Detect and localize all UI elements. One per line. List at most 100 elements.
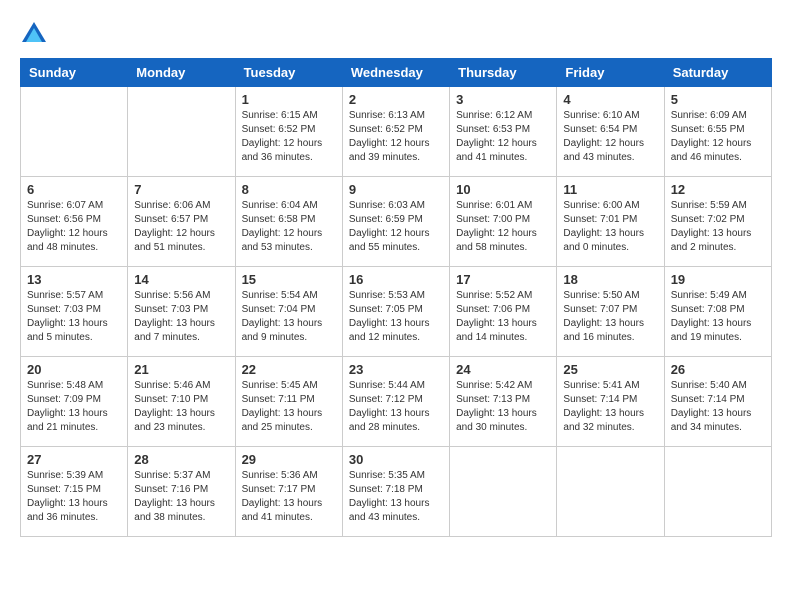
- day-info: Sunrise: 6:01 AMSunset: 7:00 PMDaylight:…: [456, 199, 550, 255]
- calendar-header-tuesday: Tuesday: [235, 59, 342, 87]
- day-number: 12: [671, 182, 765, 197]
- day-number: 15: [242, 272, 336, 287]
- calendar-cell: 7Sunrise: 6:06 AMSunset: 6:57 PMDaylight…: [128, 177, 235, 267]
- calendar-cell: 29Sunrise: 5:36 AMSunset: 7:17 PMDayligh…: [235, 447, 342, 537]
- calendar-cell: 16Sunrise: 5:53 AMSunset: 7:05 PMDayligh…: [342, 267, 449, 357]
- calendar-week-1: 1 Sunrise: 6:15 AMSunset: 6:52 PMDaylight…: [21, 87, 772, 177]
- day-number: 30: [349, 452, 443, 467]
- calendar-cell: 17Sunrise: 5:52 AMSunset: 7:06 PMDayligh…: [450, 267, 557, 357]
- calendar-cell: 3 Sunrise: 6:12 AMSunset: 6:53 PMDaylight…: [450, 87, 557, 177]
- day-info: Sunrise: 5:46 AMSunset: 7:10 PMDaylight:…: [134, 379, 228, 435]
- calendar-header-thursday: Thursday: [450, 59, 557, 87]
- day-info: Sunrise: 5:40 AMSunset: 7:14 PMDaylight:…: [671, 379, 765, 435]
- day-info: Sunrise: 6:00 AMSunset: 7:01 PMDaylight:…: [563, 199, 657, 255]
- calendar-cell: 23 Sunrise: 5:44 AMSunset: 7:12 PMDayligh…: [342, 357, 449, 447]
- day-number: 25: [563, 362, 657, 377]
- day-number: 3: [456, 92, 550, 107]
- day-info: Sunrise: 5:41 AMSunset: 7:14 PMDaylight:…: [563, 379, 657, 435]
- day-number: 13: [27, 272, 121, 287]
- day-number: 18: [563, 272, 657, 287]
- day-info: Sunrise: 5:54 AMSunset: 7:04 PMDaylight:…: [242, 289, 336, 345]
- calendar-cell: 13 Sunrise: 5:57 AMSunset: 7:03 PMDayligh…: [21, 267, 128, 357]
- day-number: 24: [456, 362, 550, 377]
- calendar-cell: 30 Sunrise: 5:35 AMSunset: 7:18 PMDayligh…: [342, 447, 449, 537]
- calendar-cell: [664, 447, 771, 537]
- day-number: 1: [242, 92, 336, 107]
- calendar-cell: 25 Sunrise: 5:41 AMSunset: 7:14 PMDayligh…: [557, 357, 664, 447]
- day-number: 14: [134, 272, 228, 287]
- day-info: Sunrise: 5:35 AMSunset: 7:18 PMDaylight:…: [349, 469, 443, 525]
- calendar-cell: 19 Sunrise: 5:49 AMSunset: 7:08 PMDayligh…: [664, 267, 771, 357]
- day-number: 26: [671, 362, 765, 377]
- calendar-cell: 18 Sunrise: 5:50 AMSunset: 7:07 PMDayligh…: [557, 267, 664, 357]
- day-info: Sunrise: 5:49 AMSunset: 7:08 PMDaylight:…: [671, 289, 765, 345]
- calendar-cell: 8 Sunrise: 6:04 AMSunset: 6:58 PMDaylight…: [235, 177, 342, 267]
- calendar-cell: 11 Sunrise: 6:00 AMSunset: 7:01 PMDayligh…: [557, 177, 664, 267]
- day-number: 10: [456, 182, 550, 197]
- calendar-cell: 27 Sunrise: 5:39 AMSunset: 7:15 PMDayligh…: [21, 447, 128, 537]
- day-number: 19: [671, 272, 765, 287]
- calendar-cell: 22 Sunrise: 5:45 AMSunset: 7:11 PMDayligh…: [235, 357, 342, 447]
- calendar-cell: [450, 447, 557, 537]
- day-info: Sunrise: 6:15 AMSunset: 6:52 PMDaylight:…: [242, 109, 336, 165]
- calendar-header-monday: Monday: [128, 59, 235, 87]
- day-number: 9: [349, 182, 443, 197]
- day-number: 20: [27, 362, 121, 377]
- day-number: 29: [242, 452, 336, 467]
- day-info: Sunrise: 6:13 AMSunset: 6:52 PMDaylight:…: [349, 109, 443, 165]
- calendar-header-row: SundayMondayTuesdayWednesdayThursdayFrid…: [21, 59, 772, 87]
- day-info: Sunrise: 6:03 AMSunset: 6:59 PMDaylight:…: [349, 199, 443, 255]
- day-number: 2: [349, 92, 443, 107]
- calendar-cell: 12 Sunrise: 5:59 AMSunset: 7:02 PMDayligh…: [664, 177, 771, 267]
- calendar-cell: 26 Sunrise: 5:40 AMSunset: 7:14 PMDayligh…: [664, 357, 771, 447]
- calendar-cell: 28 Sunrise: 5:37 AMSunset: 7:16 PMDayligh…: [128, 447, 235, 537]
- day-info: Sunrise: 5:48 AMSunset: 7:09 PMDaylight:…: [27, 379, 121, 435]
- day-number: 8: [242, 182, 336, 197]
- day-info: Sunrise: 5:37 AMSunset: 7:16 PMDaylight:…: [134, 469, 228, 525]
- day-number: 22: [242, 362, 336, 377]
- calendar-cell: 1 Sunrise: 6:15 AMSunset: 6:52 PMDaylight…: [235, 87, 342, 177]
- day-number: 27: [27, 452, 121, 467]
- calendar-cell: 20 Sunrise: 5:48 AMSunset: 7:09 PMDayligh…: [21, 357, 128, 447]
- calendar-cell: 14Sunrise: 5:56 AMSunset: 7:03 PMDayligh…: [128, 267, 235, 357]
- day-number: 23: [349, 362, 443, 377]
- day-info: Sunrise: 6:09 AMSunset: 6:55 PMDaylight:…: [671, 109, 765, 165]
- day-number: 17: [456, 272, 550, 287]
- calendar-header-saturday: Saturday: [664, 59, 771, 87]
- calendar-cell: 5Sunrise: 6:09 AMSunset: 6:55 PMDaylight…: [664, 87, 771, 177]
- calendar-week-5: 27 Sunrise: 5:39 AMSunset: 7:15 PMDayligh…: [21, 447, 772, 537]
- day-info: Sunrise: 6:04 AMSunset: 6:58 PMDaylight:…: [242, 199, 336, 255]
- day-info: Sunrise: 5:42 AMSunset: 7:13 PMDaylight:…: [456, 379, 550, 435]
- calendar-cell: [21, 87, 128, 177]
- logo: [20, 20, 52, 48]
- day-info: Sunrise: 6:06 AMSunset: 6:57 PMDaylight:…: [134, 199, 228, 255]
- page-header: [20, 20, 772, 48]
- calendar-week-4: 20 Sunrise: 5:48 AMSunset: 7:09 PMDayligh…: [21, 357, 772, 447]
- calendar-cell: 9 Sunrise: 6:03 AMSunset: 6:59 PMDaylight…: [342, 177, 449, 267]
- calendar-cell: 6 Sunrise: 6:07 AMSunset: 6:56 PMDaylight…: [21, 177, 128, 267]
- day-info: Sunrise: 5:50 AMSunset: 7:07 PMDaylight:…: [563, 289, 657, 345]
- day-number: 28: [134, 452, 228, 467]
- calendar-header-wednesday: Wednesday: [342, 59, 449, 87]
- calendar-cell: 10 Sunrise: 6:01 AMSunset: 7:00 PMDayligh…: [450, 177, 557, 267]
- day-info: Sunrise: 6:12 AMSunset: 6:53 PMDaylight:…: [456, 109, 550, 165]
- calendar-week-3: 13 Sunrise: 5:57 AMSunset: 7:03 PMDayligh…: [21, 267, 772, 357]
- day-info: Sunrise: 5:44 AMSunset: 7:12 PMDaylight:…: [349, 379, 443, 435]
- day-info: Sunrise: 5:53 AMSunset: 7:05 PMDaylight:…: [349, 289, 443, 345]
- day-info: Sunrise: 6:07 AMSunset: 6:56 PMDaylight:…: [27, 199, 121, 255]
- calendar-cell: 15 Sunrise: 5:54 AMSunset: 7:04 PMDayligh…: [235, 267, 342, 357]
- day-number: 6: [27, 182, 121, 197]
- calendar-header-sunday: Sunday: [21, 59, 128, 87]
- calendar-cell: 21 Sunrise: 5:46 AMSunset: 7:10 PMDayligh…: [128, 357, 235, 447]
- calendar-cell: [128, 87, 235, 177]
- day-info: Sunrise: 5:45 AMSunset: 7:11 PMDaylight:…: [242, 379, 336, 435]
- day-info: Sunrise: 5:39 AMSunset: 7:15 PMDaylight:…: [27, 469, 121, 525]
- day-info: Sunrise: 5:59 AMSunset: 7:02 PMDaylight:…: [671, 199, 765, 255]
- calendar-cell: 4Sunrise: 6:10 AMSunset: 6:54 PMDaylight…: [557, 87, 664, 177]
- day-number: 11: [563, 182, 657, 197]
- calendar-header-friday: Friday: [557, 59, 664, 87]
- calendar-cell: 24 Sunrise: 5:42 AMSunset: 7:13 PMDayligh…: [450, 357, 557, 447]
- day-info: Sunrise: 6:10 AMSunset: 6:54 PMDaylight:…: [563, 109, 657, 165]
- day-number: 21: [134, 362, 228, 377]
- day-info: Sunrise: 5:57 AMSunset: 7:03 PMDaylight:…: [27, 289, 121, 345]
